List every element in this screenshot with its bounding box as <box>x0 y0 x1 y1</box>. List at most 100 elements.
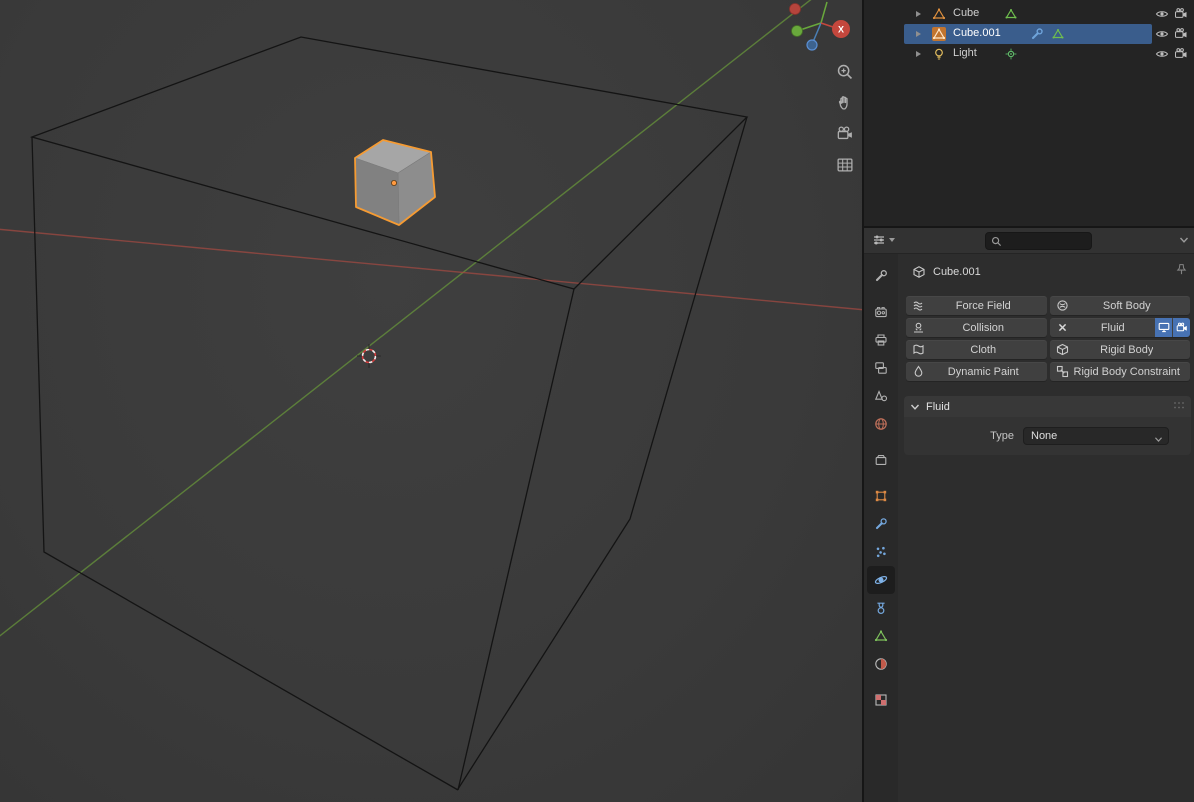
tab-output-properties[interactable] <box>867 326 895 354</box>
editor-type-button[interactable] <box>872 233 895 247</box>
object-name[interactable]: Cube.001 <box>953 27 1001 39</box>
force-field-button[interactable]: Force Field <box>906 296 1047 315</box>
selected-cube[interactable] <box>354 139 436 226</box>
search-box[interactable] <box>985 232 1092 250</box>
button-label: Collision <box>962 321 1005 334</box>
tab-particle-properties[interactable] <box>867 538 895 566</box>
tab-physics-properties[interactable] <box>867 566 895 594</box>
collision-icon <box>912 321 925 334</box>
panel-title: Fluid <box>926 400 950 413</box>
soft-body-button[interactable]: Soft Body <box>1049 296 1190 315</box>
camera-toggle-icon[interactable] <box>1173 318 1190 337</box>
button-label: Rigid Body Constraint <box>1073 365 1180 378</box>
fluid-type-dropdown[interactable]: None <box>1023 427 1169 445</box>
rigid-body-button[interactable]: Rigid Body <box>1049 340 1190 359</box>
tab-object-properties[interactable] <box>867 482 895 510</box>
fluid-panel-body: Type None <box>904 417 1191 455</box>
dropdown-chevron-icon <box>1154 434 1163 446</box>
fluid-panel-header[interactable]: Fluid <box>904 396 1191 417</box>
gizmo-z-ball[interactable] <box>806 39 818 51</box>
properties-header <box>864 228 1194 254</box>
mesh-data-icon <box>874 630 888 642</box>
tab-material-properties[interactable] <box>867 650 895 678</box>
pin-icon[interactable] <box>1175 263 1188 279</box>
rigid-body-icon <box>1056 343 1069 356</box>
camera-view-icon[interactable] <box>836 125 854 143</box>
tab-modifier-properties[interactable] <box>867 510 895 538</box>
outliner-row-cube-001[interactable]: Cube.001 <box>864 24 1194 44</box>
light-data-icon[interactable] <box>1004 47 1018 61</box>
mesh-object-icon <box>932 7 946 21</box>
fluid-display-toggles <box>1155 318 1190 337</box>
tab-view-layer-properties[interactable] <box>867 354 895 382</box>
collision-button[interactable]: Collision <box>906 318 1047 337</box>
modifier-wrench-icon[interactable] <box>1030 27 1044 41</box>
mesh-object-icon <box>932 27 946 41</box>
outliner-row-light[interactable]: Light <box>864 44 1194 64</box>
dynamic-paint-button[interactable]: Dynamic Paint <box>906 362 1047 381</box>
scene-icon <box>874 390 888 402</box>
object-name[interactable]: Light <box>953 47 977 59</box>
render-visibility-camera-icon[interactable] <box>1174 27 1188 41</box>
render-visibility-camera-icon[interactable] <box>1174 7 1188 21</box>
wireframe-cube-right-edges <box>457 116 748 790</box>
tab-render-properties[interactable] <box>867 298 895 326</box>
gizmo-neg-x-ball[interactable] <box>789 3 801 15</box>
tab-world-properties[interactable] <box>867 410 895 438</box>
mesh-data-icon[interactable] <box>1051 27 1065 41</box>
remove-x-icon[interactable] <box>1056 321 1069 334</box>
button-label: Cloth <box>970 343 997 356</box>
rigid-body-constraint-button[interactable]: Rigid Body Constraint <box>1049 362 1190 381</box>
eye-icon[interactable] <box>1155 27 1169 41</box>
monitor-toggle-icon[interactable] <box>1155 318 1172 337</box>
3d-viewport[interactable]: X <box>0 0 862 802</box>
fluid-panel: Fluid Type None <box>904 396 1191 455</box>
constraints-icon <box>877 602 885 615</box>
pan-hand-icon[interactable] <box>836 94 854 112</box>
header-chevron-button[interactable] <box>1179 235 1189 247</box>
soft-body-icon <box>1056 299 1069 312</box>
zoom-icon[interactable] <box>836 63 854 81</box>
eye-icon[interactable] <box>1155 7 1169 21</box>
cloth-button[interactable]: Cloth <box>906 340 1047 359</box>
gizmo-y-ball[interactable] <box>791 25 803 37</box>
gizmo-x-axis-line <box>820 22 834 28</box>
viewport-tools <box>836 63 854 174</box>
expand-arrow-icon[interactable] <box>916 11 921 17</box>
outliner-row-cube[interactable]: Cube <box>864 4 1194 24</box>
world-icon <box>875 418 887 430</box>
breadcrumb[interactable]: Cube.001 <box>912 263 981 281</box>
outliner-panel[interactable]: Cube Cube.001 Light <box>864 0 1194 226</box>
light-icon <box>932 47 946 61</box>
physics-icon <box>874 575 888 585</box>
render-visibility-camera-icon[interactable] <box>1174 47 1188 61</box>
tab-tool[interactable] <box>867 262 895 290</box>
fluid-button[interactable]: Fluid <box>1049 318 1190 337</box>
viewport-scene: X <box>0 0 862 791</box>
tab-collection-properties[interactable] <box>867 446 895 474</box>
properties-editor-icon <box>874 235 884 245</box>
expand-arrow-icon[interactable] <box>916 51 921 57</box>
tab-constraint-properties[interactable] <box>867 594 895 622</box>
search-input[interactable] <box>1006 235 1086 247</box>
grid-ortho-icon[interactable] <box>836 156 854 174</box>
printer-icon <box>875 334 887 346</box>
cube-icon <box>913 266 925 278</box>
navigation-gizmo[interactable]: X <box>789 1 851 51</box>
mesh-data-icon[interactable] <box>1004 7 1018 21</box>
object-icon <box>875 490 887 502</box>
panel-grip-icon[interactable] <box>1173 401 1185 413</box>
modifier-wrench-icon <box>875 518 887 530</box>
fluid-type-row: Type None <box>904 427 1191 445</box>
eye-icon[interactable] <box>1155 47 1169 61</box>
tab-texture-properties[interactable] <box>867 686 895 714</box>
expand-arrow-icon[interactable] <box>916 31 921 37</box>
tab-object-data-properties[interactable] <box>867 622 895 650</box>
material-icon <box>875 658 887 670</box>
search-icon <box>991 236 1002 246</box>
object-name[interactable]: Cube <box>953 7 979 19</box>
button-label: Rigid Body <box>1100 343 1154 356</box>
right-column: Cube Cube.001 Light Cube.001 Force Field… <box>864 0 1194 802</box>
tab-scene-properties[interactable] <box>867 382 895 410</box>
active-object-name: Cube.001 <box>933 266 981 278</box>
